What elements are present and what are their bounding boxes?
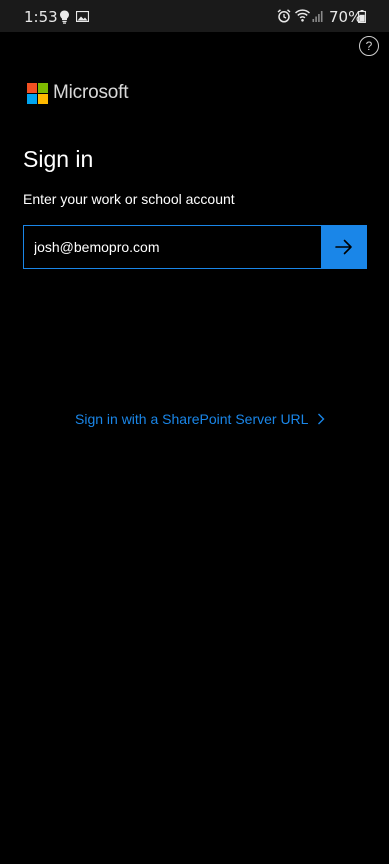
signal-icon xyxy=(312,11,323,22)
logo-square-blue xyxy=(27,94,37,104)
alarm-icon xyxy=(277,9,291,23)
status-bar: 1:53 70% xyxy=(0,0,389,32)
battery-icon xyxy=(358,10,366,23)
page-subtitle: Enter your work or school account xyxy=(23,191,235,207)
email-field[interactable] xyxy=(23,225,321,269)
next-button[interactable] xyxy=(321,225,367,269)
page-title: Sign in xyxy=(23,146,94,172)
wifi-icon xyxy=(295,9,310,22)
status-time: 1:53 xyxy=(24,8,58,26)
logo-square-red xyxy=(27,83,37,93)
microsoft-logo-icon xyxy=(27,83,49,105)
sharepoint-link-label: Sign in with a SharePoint Server URL xyxy=(75,411,309,427)
arrow-right-icon xyxy=(335,239,352,255)
logo-square-green xyxy=(38,83,48,93)
image-icon xyxy=(76,11,89,22)
help-button[interactable]: ? xyxy=(359,36,379,56)
bulb-icon xyxy=(60,10,69,24)
brand-name: Microsoft xyxy=(53,82,129,103)
sharepoint-signin-link[interactable]: Sign in with a SharePoint Server URL xyxy=(75,411,325,427)
help-icon: ? xyxy=(365,39,373,53)
chevron-right-icon xyxy=(318,413,325,425)
logo-square-yellow xyxy=(38,94,48,104)
